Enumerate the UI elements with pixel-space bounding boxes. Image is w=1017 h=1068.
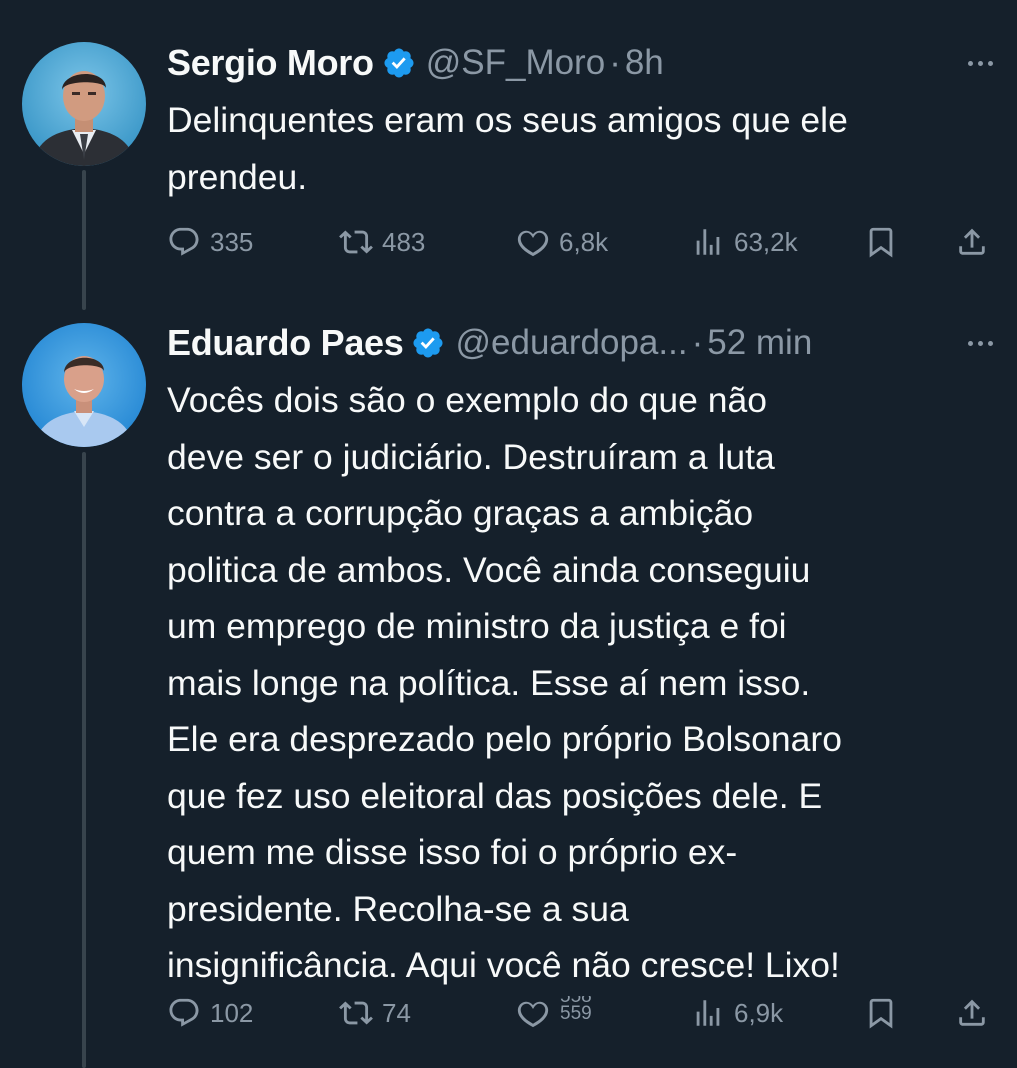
views-count: 63,2k [734, 226, 798, 257]
tweet-header: Eduardo Paes @eduardopa... · 52 min [167, 318, 997, 368]
user-handle[interactable]: @eduardopa... [455, 323, 687, 363]
bookmark-icon [869, 227, 893, 258]
retweet-count: 74 [382, 997, 411, 1028]
verified-badge-icon [384, 48, 414, 78]
display-name[interactable]: Sergio Moro [167, 42, 374, 84]
reply-button[interactable]: 102 [167, 988, 253, 1038]
bookmark-icon [869, 998, 893, 1029]
retweet-icon [339, 1001, 373, 1025]
like-count-rolling: 558 559 [560, 996, 592, 1030]
like-count-new: 559 [560, 1003, 592, 1024]
retweet-icon [339, 230, 373, 254]
tweet-text-line: presidente. Recolha-se a sua [167, 888, 629, 929]
retweet-button[interactable]: 74 [339, 988, 411, 1038]
display-name[interactable]: Eduardo Paes [167, 322, 404, 364]
separator-dot: · [609, 43, 621, 82]
views-button[interactable]: 6,9k [691, 988, 783, 1038]
tweet-text-line: que fez uso eleitoral das posições dele.… [167, 775, 823, 816]
separator-dot: · [691, 323, 704, 362]
reply-button[interactable]: 335 [167, 217, 253, 267]
tweet-text-line: mais longe na política. Esse aí nem isso… [167, 662, 811, 703]
bookmark-button[interactable] [864, 988, 898, 1038]
retweet-count: 483 [382, 226, 426, 257]
reply-icon [169, 998, 199, 1027]
share-button[interactable] [955, 217, 989, 267]
tweet-header: Sergio Moro @SF_Moro · 8h [167, 38, 997, 88]
timestamp[interactable]: 8h [625, 43, 664, 83]
views-icon [696, 229, 720, 255]
timestamp[interactable]: 52 min [707, 323, 812, 363]
tweet-actions: 335 483 6,8k 63,2k [167, 217, 995, 267]
like-icon [517, 230, 549, 257]
tweet-text-line: Delinquentes eram os seus amigos que ele [167, 100, 848, 140]
share-button[interactable] [955, 988, 989, 1038]
tweet-text: Delinquentes eram os seus amigos que ele… [167, 92, 987, 205]
more-options-icon[interactable] [964, 333, 997, 354]
reply-count: 102 [210, 997, 254, 1028]
tweet-text-line: prendeu. [167, 156, 308, 197]
tweet-text-line: quem me disse isso foi o próprio ex- [167, 832, 738, 872]
tweet-text: Vocês dois são o exemplo do que não deve… [167, 372, 987, 994]
reply-icon [169, 227, 199, 256]
like-button[interactable]: 6,8k [516, 217, 608, 267]
views-icon [696, 1000, 720, 1026]
user-handle[interactable]: @SF_Moro [426, 43, 605, 83]
avatar[interactable] [22, 42, 146, 166]
thread-line-top [82, 170, 86, 310]
tweet-text-line: contra a corrupção graças a ambição [167, 493, 754, 533]
like-count: 6,8k [559, 226, 609, 257]
thread-line-bottom [82, 452, 86, 1068]
tweet-text-line: politica de ambos. Você ainda conseguiu [167, 549, 811, 590]
views-count: 6,9k [734, 997, 784, 1028]
like-button[interactable]: 558 559 [516, 988, 592, 1038]
retweet-button[interactable]: 483 [339, 217, 425, 267]
share-icon [959, 999, 985, 1026]
avatar[interactable] [22, 323, 146, 447]
tweet-text-line: um emprego de ministro da justiça e foi [167, 606, 787, 646]
verified-badge-icon [413, 328, 444, 358]
like-icon [517, 1001, 549, 1028]
views-button[interactable]: 63,2k [691, 217, 798, 267]
reply-count: 335 [210, 226, 254, 257]
bookmark-button[interactable] [864, 217, 898, 267]
tweet-text-line: deve ser o judiciário. Destruíram a luta [167, 436, 775, 477]
tweet-text-line: Ele era desprezado pelo próprio Bolsonar… [167, 719, 842, 759]
share-icon [959, 228, 985, 255]
tweet-text-line: Vocês dois são o exemplo do que não [167, 380, 767, 420]
tweet-text-line: insignificância. Aqui você não cresce! L… [167, 945, 840, 985]
more-options-icon[interactable] [964, 53, 997, 74]
tweet-actions: 102 74 558 559 6,9k [167, 988, 995, 1038]
